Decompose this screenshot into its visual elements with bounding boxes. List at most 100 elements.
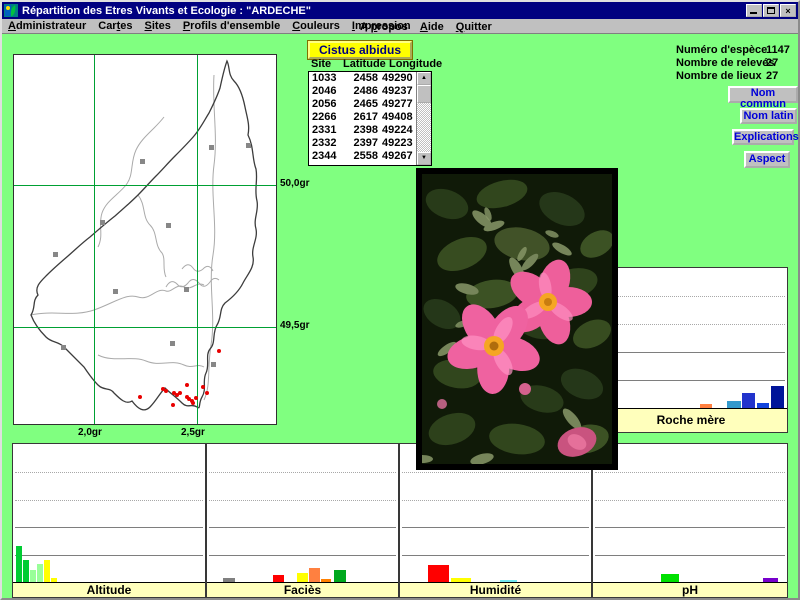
stat-row: Nombre de relevés27 — [676, 57, 796, 70]
table-row[interactable]: 1033245849290 — [309, 72, 416, 85]
table-row[interactable]: 2266261749408 — [309, 111, 416, 124]
button-explications[interactable]: Explications — [732, 129, 794, 145]
gridline — [15, 555, 203, 556]
column-header-site: Site — [311, 58, 331, 70]
chart-area — [207, 444, 398, 583]
cell-latitude: 2486 — [342, 85, 378, 98]
latitude-tick-495: 49,5gr — [280, 320, 309, 331]
scrollbar-track[interactable] — [417, 85, 431, 152]
window-title: Répartition des Etres Vivants et Ecologi… — [22, 5, 746, 17]
menu-quitter[interactable]: Quitter — [456, 21, 492, 33]
button-nom-commun[interactable]: Nom commun — [728, 86, 798, 103]
cell-site: 2331 — [309, 124, 342, 137]
cell-longitude: 49408 — [378, 111, 416, 124]
chart-title-facies: Faciès — [207, 582, 398, 597]
table-row[interactable]: 2056246549277 — [309, 98, 416, 111]
cell-latitude: 2465 — [342, 98, 378, 111]
chart-panel-altitude: Altitude — [12, 443, 206, 598]
gridline — [402, 472, 589, 473]
chart-title-humidite: Humidité — [400, 582, 591, 597]
menu-administrateur[interactable]: Administrateur — [8, 20, 86, 32]
sites-list-body: 1033245849290204624864923720562465492772… — [309, 72, 416, 165]
title-bar[interactable]: Répartition des Etres Vivants et Ecologi… — [2, 2, 798, 19]
cell-longitude: 49277 — [378, 98, 416, 111]
table-row[interactable]: 2331239849224 — [309, 124, 416, 137]
chart-area — [593, 444, 787, 583]
bar — [742, 393, 755, 408]
menu-cartes[interactable]: Cartes — [98, 20, 132, 32]
site-marker — [170, 341, 175, 346]
bar — [428, 565, 449, 583]
stat-value: 1147 — [760, 44, 790, 57]
vertical-scrollbar[interactable]: ▲ ▼ — [416, 72, 431, 165]
occurrence-dot — [217, 349, 221, 353]
stat-label: Nombre de lieux — [676, 70, 760, 83]
occurrence-dot — [191, 401, 195, 405]
menu-aide[interactable]: Aide — [420, 21, 444, 33]
gridline — [597, 324, 785, 325]
site-marker — [211, 362, 216, 367]
cell-site: 2046 — [309, 85, 342, 98]
minimize-button[interactable] — [746, 4, 762, 17]
gridline — [209, 500, 396, 501]
occurrence-dot — [164, 389, 168, 393]
chart-area — [13, 444, 205, 583]
gridline — [209, 527, 396, 528]
cell-site: 2344 — [309, 150, 342, 163]
occurrence-dot — [201, 385, 205, 389]
stat-label: Numéro d'espèce — [676, 44, 760, 57]
minimize-icon — [750, 12, 757, 14]
site-marker — [166, 223, 171, 228]
species-stats: Numéro d'espèce1147Nombre de relevés27No… — [676, 44, 796, 83]
occurrence-dot — [178, 391, 182, 395]
site-marker — [184, 287, 189, 292]
gridline — [402, 555, 589, 556]
occurrence-dot — [185, 383, 189, 387]
menu-right-group: A propos Aide Quitter — [354, 19, 498, 34]
gridline — [597, 380, 785, 381]
cell-site: 1033 — [309, 72, 342, 85]
cell-longitude: 49223 — [378, 137, 416, 150]
scroll-up-button[interactable]: ▲ — [417, 72, 431, 85]
button-nom-latin[interactable]: Nom latin — [740, 108, 797, 124]
cell-latitude: 2397 — [342, 137, 378, 150]
gridline — [597, 352, 785, 353]
site-marker — [113, 289, 118, 294]
cell-latitude: 2558 — [342, 150, 378, 163]
scroll-down-button[interactable]: ▼ — [417, 152, 431, 165]
close-button[interactable]: × — [780, 4, 796, 17]
table-row[interactable]: 2344255849267 — [309, 150, 416, 163]
gridline — [15, 527, 203, 528]
chart-panel-facies: Faciès — [206, 443, 399, 598]
bar — [16, 546, 22, 583]
cell-longitude: 49237 — [378, 85, 416, 98]
site-marker — [100, 220, 105, 225]
occurrence-dot — [171, 403, 175, 407]
menu-couleurs[interactable]: Couleurs — [292, 20, 340, 32]
site-marker — [246, 143, 251, 148]
bar — [771, 386, 784, 408]
chart-title-ph: pH — [593, 582, 787, 597]
scrollbar-thumb[interactable] — [417, 85, 431, 103]
longitude-tick-20: 2,0gr — [78, 427, 102, 438]
bar — [37, 564, 43, 583]
chart-title-roche-mere: Roche mère — [595, 408, 787, 432]
cell-site: 2332 — [309, 137, 342, 150]
cell-latitude: 2458 — [342, 72, 378, 85]
maximize-button[interactable] — [763, 4, 779, 17]
cell-longitude: 49224 — [378, 124, 416, 137]
occurrence-dot — [205, 391, 209, 395]
stat-row: Numéro d'espèce1147 — [676, 44, 796, 57]
site-marker — [53, 252, 58, 257]
stat-value: 27 — [760, 57, 778, 70]
table-row[interactable]: 2046248649237 — [309, 85, 416, 98]
button-aspect[interactable]: Aspect — [744, 151, 790, 168]
table-row[interactable]: 2332239749223 — [309, 137, 416, 150]
app-window: Répartition des Etres Vivants et Ecologi… — [0, 0, 800, 600]
distribution-map[interactable] — [13, 54, 277, 425]
menu-a-propos[interactable]: A propos — [360, 21, 408, 33]
chart-area — [595, 268, 787, 408]
site-marker — [140, 159, 145, 164]
menu-profils-d-ensemble[interactable]: Profils d'ensemble — [183, 20, 280, 32]
menu-sites[interactable]: Sites — [145, 20, 171, 32]
